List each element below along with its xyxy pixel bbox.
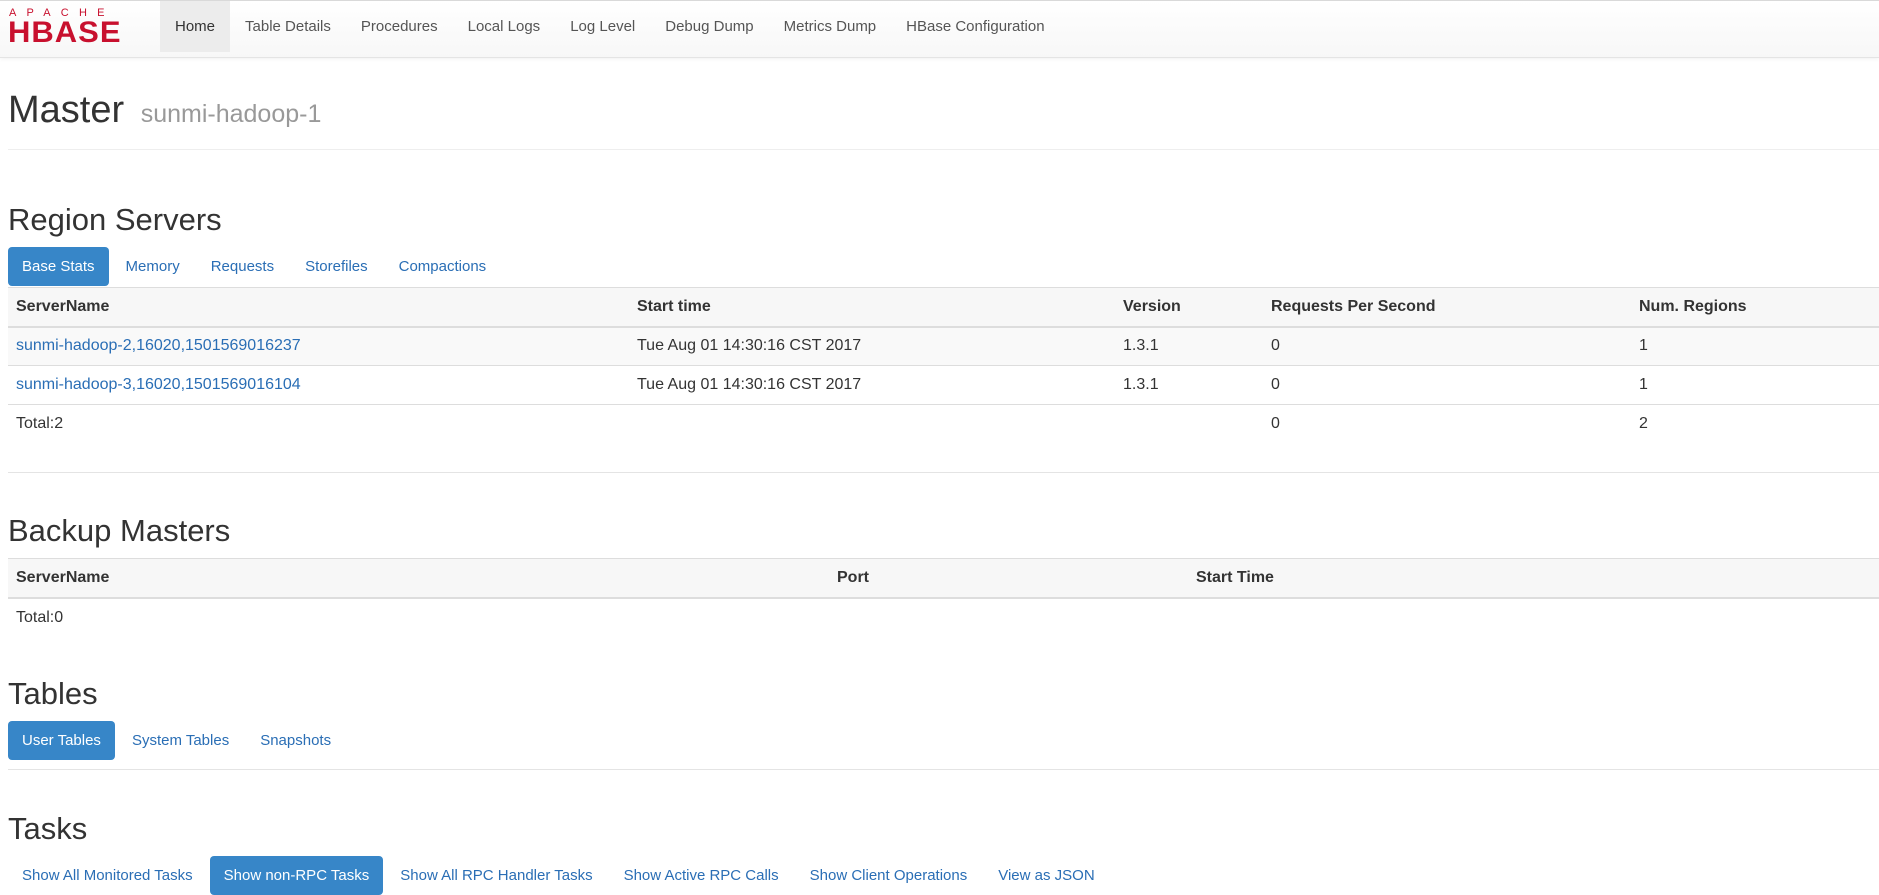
tab-view-as-json[interactable]: View as JSON (984, 856, 1108, 895)
table-total-row: Total:0 (8, 598, 1879, 637)
nav-item-metrics-dump[interactable]: Metrics Dump (769, 1, 892, 52)
nav-item-procedures[interactable]: Procedures (346, 1, 453, 52)
column-header-requests-per-second: Requests Per Second (1263, 287, 1631, 328)
column-header-start-time: Start Time (1188, 558, 1879, 599)
cell-regions: 1 (1631, 365, 1879, 405)
server-link[interactable]: sunmi-hadoop-2,16020,1501569016237 (16, 337, 301, 354)
cell-version: 1.3.1 (1115, 326, 1263, 366)
cell-total-regions: 2 (1631, 404, 1879, 444)
tables-tabs: User Tables System Tables Snapshots (8, 721, 348, 760)
column-header-port: Port (829, 558, 1188, 599)
table-row: sunmi-hadoop-3,16020,1501569016104 Tue A… (8, 365, 1879, 405)
column-header-num-regions: Num. Regions (1631, 287, 1879, 328)
tab-show-all-rpc-handler-tasks[interactable]: Show All RPC Handler Tasks (386, 856, 606, 895)
nav-item-home[interactable]: Home (160, 1, 231, 52)
tab-show-active-rpc-calls[interactable]: Show Active RPC Calls (610, 856, 793, 895)
cell-total-label: Total:0 (16, 608, 64, 626)
nav-item-table-details[interactable]: Table Details (230, 1, 346, 52)
logo-hbase-text: HBASE (8, 15, 122, 49)
cell-start-time: Tue Aug 01 14:30:16 CST 2017 (629, 326, 1115, 366)
region-servers-heading: Region Servers (8, 202, 222, 237)
column-header-start-time: Start time (629, 287, 1115, 328)
table-row: sunmi-hadoop-2,16020,1501569016237 Tue A… (8, 326, 1879, 366)
hbase-logo[interactable]: APACHE HBASE (8, 7, 146, 47)
backup-masters-table: ServerName Port Start Time Total:0 (8, 558, 1879, 637)
cell-servername: sunmi-hadoop-2,16020,1501569016237 (8, 326, 629, 366)
tasks-heading: Tasks (8, 811, 88, 846)
cell-empty (829, 598, 1188, 637)
server-link[interactable]: sunmi-hadoop-3,16020,1501569016104 (16, 376, 301, 393)
cell-empty (1115, 404, 1263, 444)
cell-servername: sunmi-hadoop-3,16020,1501569016104 (8, 365, 629, 405)
section-divider (8, 769, 1879, 770)
tab-storefiles[interactable]: Storefiles (291, 247, 382, 286)
page-title-text: Master (8, 89, 125, 131)
tab-show-non-rpc-tasks[interactable]: Show non-RPC Tasks (209, 856, 384, 895)
cell-rps: 0 (1263, 326, 1631, 366)
tab-user-tables[interactable]: User Tables (8, 721, 115, 760)
nav-item-hbase-configuration[interactable]: HBase Configuration (891, 1, 1059, 52)
tab-system-tables[interactable]: System Tables (118, 721, 243, 760)
cell-total-label: Total:2 (8, 404, 629, 444)
tab-show-client-operations[interactable]: Show Client Operations (796, 856, 982, 895)
column-header-servername: ServerName (8, 558, 829, 599)
section-divider (8, 472, 1879, 473)
tab-snapshots[interactable]: Snapshots (246, 721, 345, 760)
page-title: Master sunmi-hadoop-1 (8, 86, 1879, 138)
cell-empty (1188, 598, 1879, 637)
cell-rps: 0 (1263, 365, 1631, 405)
region-servers-table: ServerName Start time Version Requests P… (8, 287, 1879, 444)
cell-start-time: Tue Aug 01 14:30:16 CST 2017 (629, 365, 1115, 405)
tab-compactions[interactable]: Compactions (385, 247, 501, 286)
tab-show-all-monitored-tasks[interactable]: Show All Monitored Tasks (8, 856, 207, 895)
table-header-row: ServerName Start time Version Requests P… (8, 287, 1879, 328)
tab-requests[interactable]: Requests (197, 247, 288, 286)
page-subtitle: sunmi-hadoop-1 (140, 100, 322, 128)
tasks-filter-tabs: Show All Monitored Tasks Show non-RPC Ta… (8, 856, 1112, 895)
tables-heading: Tables (8, 676, 98, 711)
tab-memory[interactable]: Memory (112, 247, 194, 286)
cell-regions: 1 (1631, 326, 1879, 366)
top-navbar: APACHE HBASE Home Table Details Procedur… (0, 0, 1879, 58)
table-header-row: ServerName Port Start Time (8, 558, 1879, 599)
column-header-version: Version (1115, 287, 1263, 328)
region-servers-tabs: Base Stats Memory Requests Storefiles Co… (8, 247, 503, 286)
tab-base-stats[interactable]: Base Stats (8, 247, 109, 286)
nav-item-debug-dump[interactable]: Debug Dump (650, 1, 768, 52)
nav-item-log-level[interactable]: Log Level (555, 1, 650, 52)
cell-empty (629, 404, 1115, 444)
page-header: Master sunmi-hadoop-1 (8, 86, 1879, 150)
backup-masters-heading: Backup Masters (8, 513, 231, 548)
cell-version: 1.3.1 (1115, 365, 1263, 405)
cell-total-rps: 0 (1263, 404, 1631, 444)
nav-item-local-logs[interactable]: Local Logs (453, 1, 556, 52)
nav-menu: Home Table Details Procedures Local Logs… (160, 1, 1060, 58)
column-header-servername: ServerName (8, 287, 629, 328)
table-total-row: Total:2 0 2 (8, 404, 1879, 444)
